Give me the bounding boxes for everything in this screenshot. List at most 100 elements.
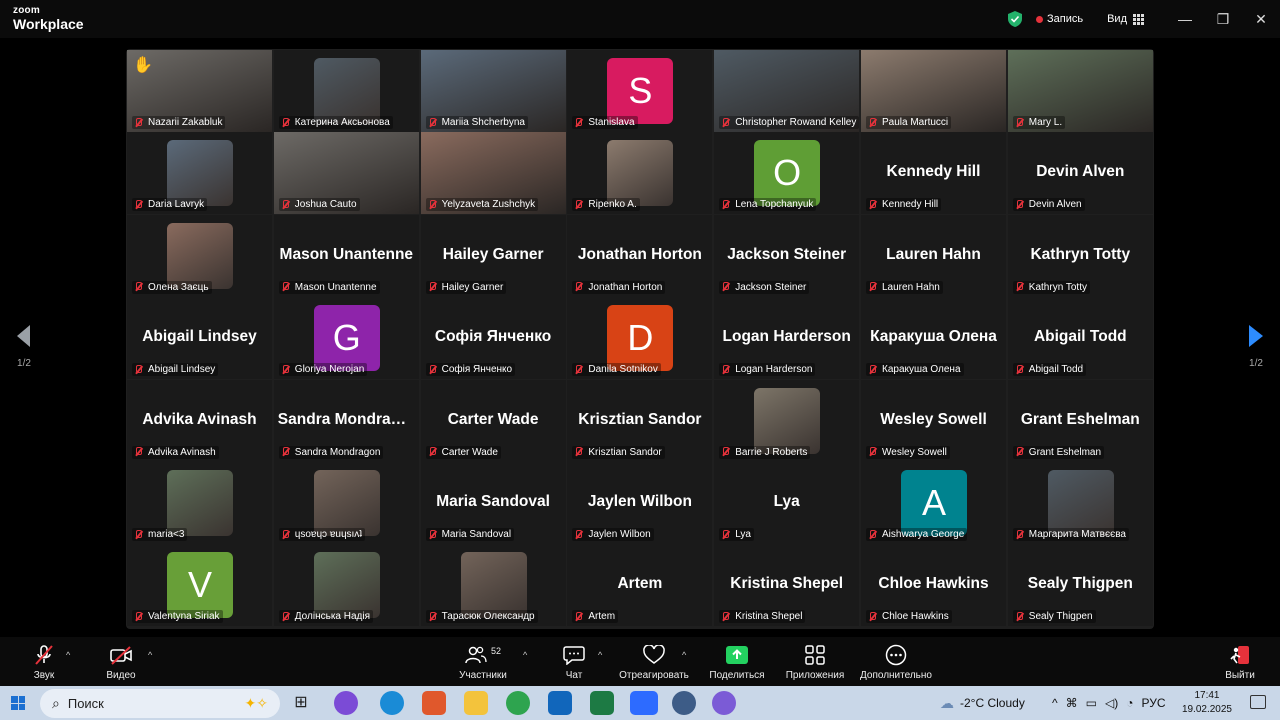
participants-button[interactable]: 52 Участники — [455, 643, 511, 681]
participant-tile[interactable]: Jackson Steiner Jackson Steiner — [714, 214, 860, 297]
more-button[interactable]: Дополнительно — [856, 643, 936, 681]
participant-tile[interactable]: Carter Wade Carter Wade — [420, 379, 566, 462]
participant-tile[interactable]: Тарасюк Олександр — [420, 544, 566, 627]
close-button[interactable]: ✕ — [1242, 0, 1280, 38]
participant-tile[interactable]: Jaylen Wilbon Jaylen Wilbon — [567, 462, 713, 544]
participant-tile[interactable]: Kristina Shepel Kristina Shepel — [714, 544, 860, 627]
taskbar-search-box[interactable]: ⌕ Поиск ✦✧ — [40, 689, 280, 718]
chat-options-chevron-icon[interactable]: ^ — [598, 650, 602, 660]
participant-tile[interactable]: Каракуша Олена Каракуша Олена — [861, 297, 1006, 380]
participant-tile[interactable]: Abigail Todd Abigail Todd — [1007, 297, 1153, 380]
participant-tile[interactable]: Kathryn Totty Kathryn Totty — [1007, 214, 1153, 297]
participant-tile[interactable]: Ripenko A. — [567, 132, 713, 215]
participant-tile[interactable]: Joshua Cauto — [273, 132, 419, 215]
office-icon[interactable] — [422, 691, 446, 715]
view-button[interactable]: Вид — [1107, 13, 1144, 25]
share-button[interactable]: Поделиться — [706, 643, 768, 681]
participant-tile[interactable]: Christopher Rowand Kelley — [714, 50, 860, 132]
participant-tile[interactable]: Barrie J Roberts — [714, 379, 860, 462]
participant-display-name: Каракуша Олена — [870, 328, 997, 346]
chat-button[interactable]: Чат — [556, 643, 592, 681]
participant-tile[interactable]: Advika Avinash Advika Avinash — [127, 379, 272, 462]
participant-tile[interactable]: Abigail Lindsey Abigail Lindsey — [127, 297, 272, 380]
participant-tile[interactable]: Chloe Hawkins Chloe Hawkins — [861, 544, 1006, 627]
participant-tile[interactable]: Daria Lavryk — [127, 132, 272, 215]
participant-tile[interactable]: Mason Unantenne Mason Unantenne — [273, 214, 419, 297]
participant-tile[interactable]: Kennedy Hill Kennedy Hill — [861, 132, 1006, 215]
participant-tile[interactable]: Долінська Надія — [273, 544, 419, 627]
participant-tile[interactable]: Krisztian Sandor Krisztian Sandor — [567, 379, 713, 462]
participant-tile[interactable]: D Danila Sotnikov — [567, 297, 713, 380]
battery-icon[interactable]: ▭ — [1086, 696, 1097, 710]
edge-browser-icon[interactable] — [380, 691, 404, 715]
participant-tile[interactable]: ɥsoɐɥɔ ɐuɥsıʌʇ — [273, 462, 419, 544]
participant-tile[interactable]: Олена Заєць — [127, 214, 272, 297]
excel-icon[interactable] — [590, 691, 614, 715]
participant-tile[interactable]: Logan Harderson Logan Harderson — [714, 297, 860, 380]
participant-tile[interactable]: Sealy Thigpen Sealy Thigpen — [1007, 544, 1153, 627]
participant-tile[interactable]: Devin Alven Devin Alven — [1007, 132, 1153, 215]
participant-tile[interactable]: G Gloriya Nerojan — [273, 297, 419, 380]
participant-tile[interactable]: Катерина Аксьонова — [273, 50, 419, 132]
participant-tile[interactable]: maria<3 — [127, 462, 272, 544]
video-button[interactable]: Видео — [103, 643, 139, 681]
leave-button[interactable]: Выйти — [1220, 643, 1260, 681]
task-view-icon[interactable]: ⊞ — [289, 691, 313, 715]
participant-tile[interactable]: Wesley Sowell Wesley Sowell — [861, 379, 1006, 462]
participant-tile[interactable]: S Stanislava — [567, 50, 713, 132]
system-tray[interactable]: ^ ⌘ ▭ ◁) ◔ РУС — [1052, 686, 1166, 720]
tray-chevron-icon[interactable]: ^ — [1052, 696, 1058, 710]
participant-tile[interactable]: O Lena Topchanyuk — [714, 132, 860, 215]
participant-tile[interactable]: Софія Янченко Софія Янченко — [420, 297, 566, 380]
taskbar-clock[interactable]: 17:41 19.02.2025 — [1182, 689, 1232, 717]
apps-button[interactable]: Приложения — [782, 643, 848, 681]
react-button[interactable]: Отреагировать — [616, 643, 692, 681]
volume-icon[interactable]: ◁) — [1105, 696, 1118, 710]
mic-muted-icon — [428, 282, 437, 292]
network-icon[interactable]: ⌘ — [1066, 696, 1078, 710]
participant-tile[interactable]: Maria Sandoval Maria Sandoval — [420, 462, 566, 544]
participant-tile[interactable]: ✋ Nazarii Zakabluk — [127, 50, 272, 132]
previous-page-button[interactable]: 1/2 — [4, 325, 44, 369]
participant-name-label: Danila Sotnikov — [572, 363, 661, 377]
weather-widget[interactable]: ☁ -2°C Cloudy — [940, 686, 1025, 720]
participant-tile[interactable]: A Aishwarya George — [861, 462, 1006, 544]
notifications-icon[interactable] — [1250, 695, 1266, 709]
zoom-taskbar-icon[interactable] — [630, 691, 658, 715]
participant-tile[interactable]: V Valentyna Siriak — [127, 544, 272, 627]
participant-tile[interactable]: Paula Martucci — [861, 50, 1006, 132]
outlook-icon[interactable] — [548, 691, 572, 715]
windows-start-icon[interactable] — [11, 696, 25, 710]
minimize-button[interactable]: — — [1166, 0, 1204, 38]
next-page-button[interactable]: 1/2 — [1236, 325, 1276, 369]
recording-indicator[interactable]: Запись — [1036, 13, 1083, 25]
security-shield-icon[interactable] — [1008, 11, 1022, 27]
participant-name: Катерина Аксьонова — [294, 117, 390, 128]
wifi-icon[interactable]: ◔ — [1126, 696, 1133, 710]
react-options-chevron-icon[interactable]: ^ — [682, 650, 686, 660]
telegram-icon[interactable] — [672, 691, 696, 715]
participant-tile[interactable]: Jonathan Horton Jonathan Horton — [567, 214, 713, 297]
audio-options-chevron-icon[interactable]: ^ — [66, 650, 70, 660]
participant-tile[interactable]: Grant Eshelman Grant Eshelman — [1007, 379, 1153, 462]
participant-tile[interactable]: Mariia Shcherbyna — [420, 50, 566, 132]
participant-tile[interactable]: Artem Artem — [567, 544, 713, 627]
participant-name: Grant Eshelman — [1028, 446, 1102, 458]
video-options-chevron-icon[interactable]: ^ — [148, 650, 152, 660]
audio-button[interactable]: Звук — [26, 643, 62, 681]
participant-tile[interactable]: Yelyzaveta Zushchyk — [420, 132, 566, 215]
participant-tile[interactable]: Hailey Garner Hailey Garner — [420, 214, 566, 297]
page-indicator-right: 1/2 — [1249, 358, 1263, 369]
file-explorer-icon[interactable] — [464, 691, 488, 715]
language-indicator[interactable]: РУС — [1141, 696, 1165, 710]
participants-options-chevron-icon[interactable]: ^ — [523, 650, 527, 660]
participant-tile[interactable]: Lauren Hahn Lauren Hahn — [861, 214, 1006, 297]
copilot-app-icon[interactable] — [334, 691, 358, 715]
maximize-button[interactable]: ❐ — [1204, 0, 1242, 38]
chrome-icon[interactable] — [506, 691, 530, 715]
participant-tile[interactable]: Маргарита Матвєєва — [1007, 462, 1153, 544]
participant-tile[interactable]: Sandra Mondragon Sandra Mondragon — [273, 379, 419, 462]
viber-icon[interactable] — [712, 691, 736, 715]
participant-tile[interactable]: Mary L. — [1007, 50, 1153, 132]
participant-tile[interactable]: Lya Lya — [714, 462, 860, 544]
